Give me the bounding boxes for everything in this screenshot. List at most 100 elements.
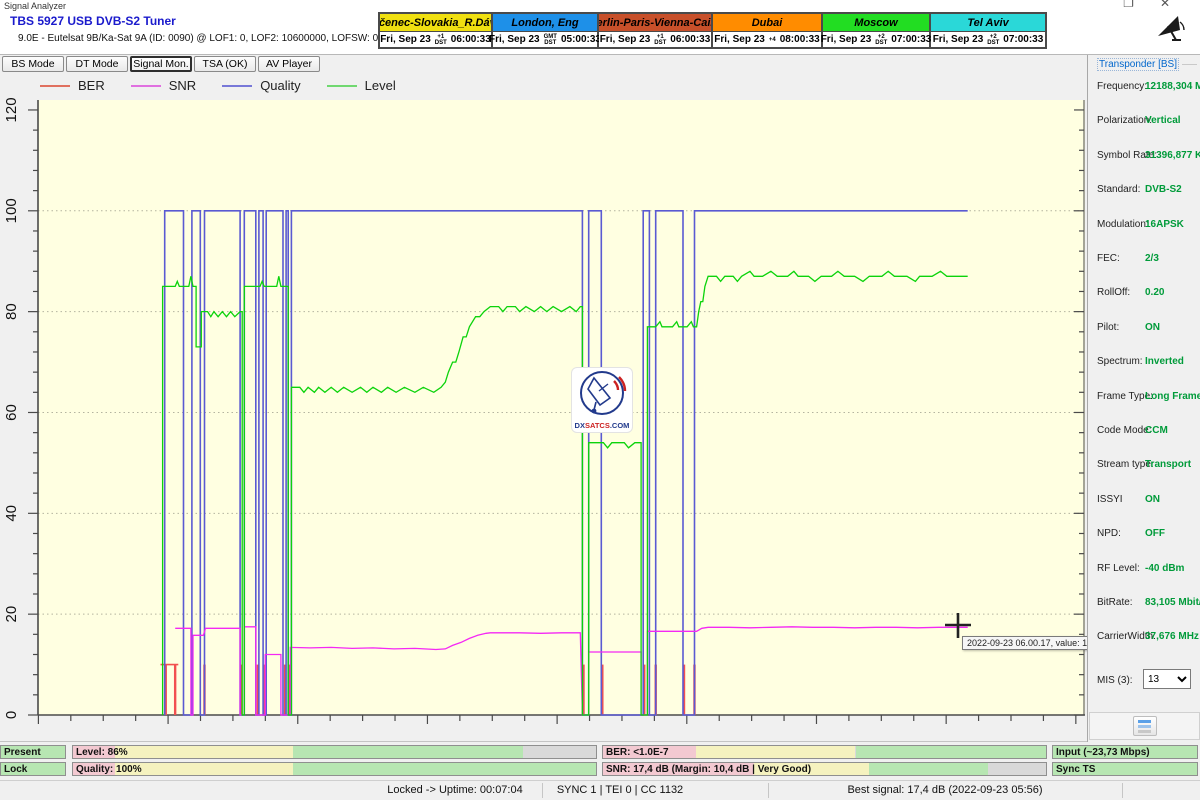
clock-dubai: DubaiFri, Sep 23+408:00:33: [713, 14, 823, 47]
clock-city-label: Tel Aviv: [931, 14, 1045, 32]
tab-signal-mon-[interactable]: Signal Mon.: [130, 56, 192, 72]
world-clocks: Lučenec-Slovakia_R.DávidFri, Sep 23+1DST…: [378, 12, 1047, 49]
tab-tsa-ok-[interactable]: TSA (OK): [194, 56, 256, 72]
status-bar: Locked -> Uptime: 00:07:04 SYNC 1 | TEI 0…: [0, 780, 1200, 800]
tp-label-3: Standard:: [1097, 184, 1140, 195]
tp-value-14: -40 dBm: [1145, 563, 1184, 574]
clock-tel-aviv: Tel AvivFri, Sep 23+2DST07:00:33: [931, 14, 1045, 47]
clock-time: Fri, Sep 23+2DST07:00:33: [931, 32, 1045, 47]
tp-label-5: FEC:: [1097, 253, 1120, 264]
input-indicator: Input (~23,73 Mbps): [1052, 745, 1198, 759]
ber-meter-label: BER: <1.0E-7: [606, 747, 669, 758]
mux-list-button[interactable]: [1133, 716, 1157, 736]
clock-berlin-paris-vienna-cairo: Berlin-Paris-Vienna-CairoFri, Sep 23+1DS…: [599, 14, 713, 47]
clock-time: Fri, Sep 23+1DST 06:00:33: [599, 32, 711, 47]
tp-label-6: RollOff:: [1097, 287, 1130, 298]
status-divider: [768, 783, 769, 798]
tp-value-1: Vertical: [1145, 115, 1181, 126]
present-indicator-label: Present: [4, 747, 41, 758]
tp-label-4: Modulation:: [1097, 219, 1149, 230]
clock-offset: GMTDST: [544, 34, 557, 46]
dxsatcs-watermark-logo: DXSATCS.COM: [572, 368, 632, 432]
tp-value-13: OFF: [1145, 528, 1165, 539]
clock-city-label: Berlin-Paris-Vienna-Cairo: [599, 14, 711, 32]
quality-meter: Quality: 100%: [72, 762, 597, 776]
clock-city-label: Lučenec-Slovakia_R.Dávid: [380, 14, 491, 32]
svg-text:40: 40: [3, 505, 20, 522]
clock-london-eng: London, EngFri, Sep 23GMTDST05:00:33: [493, 14, 599, 47]
tab-bs-mode[interactable]: BS Mode: [2, 56, 64, 72]
tp-value-10: CCM: [1145, 425, 1168, 436]
maximize-button[interactable]: ❐: [1123, 0, 1160, 10]
close-button[interactable]: ✕: [1160, 0, 1196, 10]
snr-meter: SNR: 17,4 dB (Margin: 10,4 dB | Very Goo…: [602, 762, 1047, 776]
snr-meter-label: SNR: 17,4 dB (Margin: 10,4 dB | Very Goo…: [606, 764, 811, 775]
clock-hhmmss: 05:00:33: [561, 34, 601, 45]
lock-indicator: Lock: [0, 762, 66, 776]
mis-select[interactable]: 13: [1143, 669, 1191, 689]
groupbox-line: [1182, 64, 1197, 65]
clock-date: Fri, Sep 23: [933, 34, 984, 45]
clock-time: Fri, Sep 23+2DST07:00:33: [823, 32, 929, 47]
status-item-2: Best signal: 17,4 dB (2022-09-23 05:56): [847, 784, 1042, 796]
ber-meter: BER: <1.0E-7: [602, 745, 1047, 759]
window-controls: ❐✕: [1123, 0, 1196, 10]
svg-text:60: 60: [3, 404, 20, 421]
sync-ts-indicator-label: Sync TS: [1056, 764, 1095, 775]
clock-lu-enec-slovakia-r-d-vid: Lučenec-Slovakia_R.DávidFri, Sep 23+1DST…: [380, 14, 493, 47]
clock-city-label: London, Eng: [493, 14, 597, 32]
clock-date: Fri, Sep 23: [600, 34, 651, 45]
svg-text:120: 120: [3, 97, 20, 122]
signal-chart-widget: BERSNRQualityLevel 020406080100120: [0, 72, 1087, 742]
clock-offset: +4: [769, 37, 776, 43]
satellite-dish-icon: [1150, 10, 1190, 48]
clock-hhmmss: 07:00:33: [891, 34, 931, 45]
tp-label-13: NPD:: [1097, 528, 1121, 539]
clock-offset: +1DST: [654, 34, 666, 46]
clock-date: Fri, Sep 23: [380, 34, 431, 45]
tab-av-player[interactable]: AV Player: [258, 56, 320, 72]
clock-date: Fri, Sep 23: [714, 34, 765, 45]
level-meter: Level: 86%: [72, 745, 597, 759]
watermark-text: DXSATCS.COM: [572, 421, 632, 430]
tp-value-6: 0.20: [1145, 287, 1164, 298]
tp-value-0: 12188,304 MHz: [1145, 81, 1200, 92]
panel-button-bar: [1089, 712, 1200, 740]
clock-hhmmss: 06:00:33: [670, 34, 710, 45]
clock-city-label: Dubai: [713, 14, 821, 32]
quality-meter-label: Quality: 100%: [76, 764, 142, 775]
tuner-title: TBS 5927 USB DVB-S2 Tuner: [10, 14, 176, 28]
tp-value-15: 83,105 Mbit/s: [1145, 597, 1200, 608]
tp-label-7: Pilot:: [1097, 322, 1119, 333]
input-indicator-label: Input (~23,73 Mbps): [1056, 747, 1150, 758]
tp-label-8: Spectrum:: [1097, 356, 1143, 367]
tp-value-4: 16APSK: [1145, 219, 1184, 230]
tab-dt-mode[interactable]: DT Mode: [66, 56, 128, 72]
tp-value-8: Inverted: [1145, 356, 1184, 367]
satellite-logo-icon: [572, 368, 632, 418]
clock-time: Fri, Sep 23+408:00:33: [713, 32, 821, 47]
clock-moscow: MoscowFri, Sep 23+2DST07:00:33: [823, 14, 931, 47]
status-divider: [1122, 783, 1123, 798]
signal-chart-plot[interactable]: 020406080100120: [0, 72, 1087, 742]
tp-value-2: 31396,877 KS/s: [1145, 150, 1200, 161]
level-meter-label: Level: 86%: [76, 747, 128, 758]
tuner-info: 9.0E - Eutelsat 9B/Ka-Sat 9A (ID: 0090) …: [18, 33, 378, 44]
clock-offset: +2DST: [987, 34, 999, 46]
tp-value-5: 2/3: [1145, 253, 1159, 264]
svg-text:80: 80: [3, 303, 20, 320]
present-indicator: Present: [0, 745, 66, 759]
window-title: Signal Analyzer: [4, 1, 66, 11]
transponder-panel-title: Transponder [BS]: [1097, 58, 1179, 71]
list-icon: [1138, 720, 1151, 723]
status-item-1: SYNC 1 | TEI 0 | CC 1132: [557, 784, 683, 796]
sync-ts-indicator: Sync TS: [1052, 762, 1198, 776]
svg-text:100: 100: [3, 198, 20, 223]
mis-label: MIS (3):: [1097, 675, 1133, 686]
status-item-0: Locked -> Uptime: 00:07:04: [387, 784, 522, 796]
tp-label-14: RF Level:: [1097, 563, 1140, 574]
clock-date: Fri, Sep 23: [489, 34, 540, 45]
clock-offset: +2DST: [875, 34, 887, 46]
tp-label-0: Frequency:: [1097, 81, 1147, 92]
clock-city-label: Moscow: [823, 14, 929, 32]
